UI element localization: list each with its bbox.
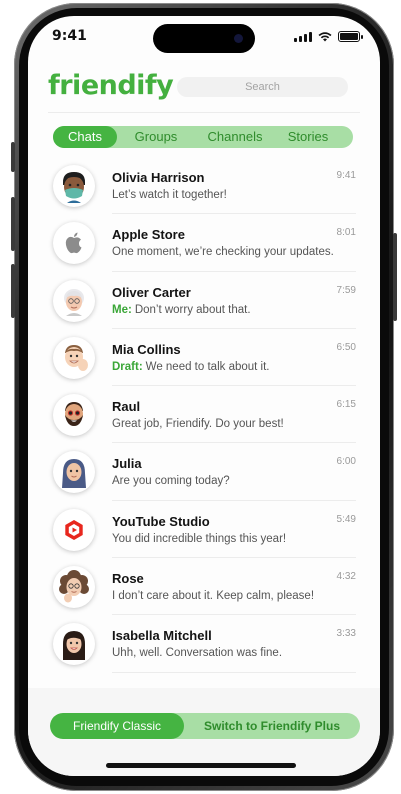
volume-down-button <box>11 264 15 318</box>
battery-icon <box>338 31 363 42</box>
chat-message: Draft: We need to talk about it. <box>112 361 269 373</box>
chat-name: Oliver Carter <box>112 284 191 300</box>
tab-stories[interactable]: Stories <box>275 126 341 148</box>
mode-switch: Friendify Classic Switch to Friendify Pl… <box>50 713 360 739</box>
tab-chats[interactable]: Chats <box>53 126 117 148</box>
memoji-wave-icon <box>53 336 95 379</box>
signal-icon <box>294 31 312 42</box>
chat-row[interactable]: Raul Great job, Friendify. Do your best!… <box>28 386 380 444</box>
chat-name: Olivia Harrison <box>112 170 205 185</box>
status-icons <box>294 31 363 42</box>
chat-message: You did incredible things this year! <box>112 533 286 545</box>
chat-time: 3:33 <box>336 628 356 640</box>
memoji-masked-icon <box>53 165 95 207</box>
chat-preview: Don’t worry about that. <box>134 303 251 316</box>
status-time: 9:41 <box>52 28 87 44</box>
camera-icon <box>234 34 243 43</box>
chat-preview: I don’t care about it. Keep calm, please… <box>112 590 315 603</box>
chat-name: YouTube Studio <box>112 513 210 529</box>
chat-preview: You did incredible things this year! <box>112 532 287 545</box>
app-logo: friendify <box>48 70 174 101</box>
chat-name: Apple Store <box>112 227 185 243</box>
youtube-studio-icon <box>53 508 95 551</box>
chat-message: Let’s watch it together! <box>112 189 227 201</box>
chat-prefix: Draft: <box>112 360 143 373</box>
chat-message: I don’t care about it. Keep calm, please… <box>112 590 314 602</box>
screen: 9:41 friendify Chats Groups Channels Sto… <box>28 16 380 776</box>
chat-message: Uhh, well. Conversation was fine. <box>112 647 282 659</box>
chat-preview: One moment, we’re checking your updates. <box>112 246 334 259</box>
chat-message: Me: Don’t worry about that. <box>112 304 251 316</box>
tab-groups[interactable]: Groups <box>117 126 195 148</box>
memoji-hijab-icon <box>53 451 95 494</box>
chat-row[interactable]: Isabella Mitchell Uhh, well. Conversatio… <box>28 615 380 673</box>
chat-time: 8:01 <box>336 227 356 239</box>
chat-name: Mia Collins <box>112 341 181 357</box>
chat-message: Are you coming today? <box>112 475 230 487</box>
memoji-elder-icon <box>53 279 95 322</box>
chat-time: 9:41 <box>336 170 356 181</box>
home-indicator[interactable] <box>106 763 296 768</box>
chat-time: 6:50 <box>336 341 356 353</box>
switch-to-plus-button[interactable]: Switch to Friendify Plus <box>184 713 360 739</box>
chat-time: 4:32 <box>336 571 356 583</box>
chat-name: Rose <box>112 571 144 587</box>
chat-row[interactable]: Olivia Harrison Let’s watch it together!… <box>28 157 380 215</box>
silent-switch <box>11 142 15 172</box>
wifi-icon <box>318 32 332 42</box>
friendify-classic-button[interactable]: Friendify Classic <box>50 713 184 739</box>
chat-time: 5:49 <box>336 513 356 525</box>
chat-row[interactable]: Mia Collins Draft: We need to talk about … <box>28 329 380 387</box>
chat-time: 6:00 <box>336 456 356 468</box>
chat-message: One moment, we’re checking your updates. <box>112 246 334 258</box>
chat-preview: Let’s watch it together! <box>112 189 227 201</box>
memoji-curly-icon <box>53 566 95 609</box>
chat-preview: Great job, Friendify. Do your best! <box>112 418 284 431</box>
chat-prefix: Me: <box>112 303 132 316</box>
chat-name: Isabella Mitchell <box>112 628 212 644</box>
memoji-beard-icon <box>53 394 95 437</box>
chat-list: Olivia Harrison Let’s watch it together!… <box>28 157 380 673</box>
chat-time: 6:15 <box>336 399 356 411</box>
memoji-longhair-icon <box>53 623 95 666</box>
chat-row[interactable]: Oliver Carter Me: Don’t worry about that.… <box>28 272 380 329</box>
row-divider <box>112 671 356 673</box>
header-divider <box>48 112 360 113</box>
search-input[interactable] <box>177 77 348 97</box>
apple-logo-icon <box>53 222 95 265</box>
chat-row[interactable]: Julia Are you coming today? 6:00 <box>28 443 380 501</box>
tab-channels[interactable]: Channels <box>195 126 275 148</box>
status-bar: 9:41 <box>28 16 380 62</box>
chat-name: Raul <box>112 399 141 415</box>
chat-preview: We need to talk about it. <box>145 360 270 373</box>
chat-preview: Are you coming today? <box>112 475 230 488</box>
chat-time: 7:59 <box>336 284 356 296</box>
chat-row[interactable]: Rose I don’t care about it. Keep calm, p… <box>28 558 380 616</box>
chat-preview: Uhh, well. Conversation was fine. <box>112 647 283 660</box>
dynamic-island <box>153 24 255 53</box>
chat-message: Great job, Friendify. Do your best! <box>112 418 284 430</box>
chat-name: Julia <box>112 456 142 472</box>
power-button <box>393 233 397 321</box>
chat-row[interactable]: YouTube Studio You did incredible things… <box>28 501 380 559</box>
tab-bar: Chats Groups Channels Stories <box>53 126 353 148</box>
chat-row[interactable]: Apple Store One moment, we’re checking y… <box>28 214 380 272</box>
volume-up-button <box>11 197 15 251</box>
